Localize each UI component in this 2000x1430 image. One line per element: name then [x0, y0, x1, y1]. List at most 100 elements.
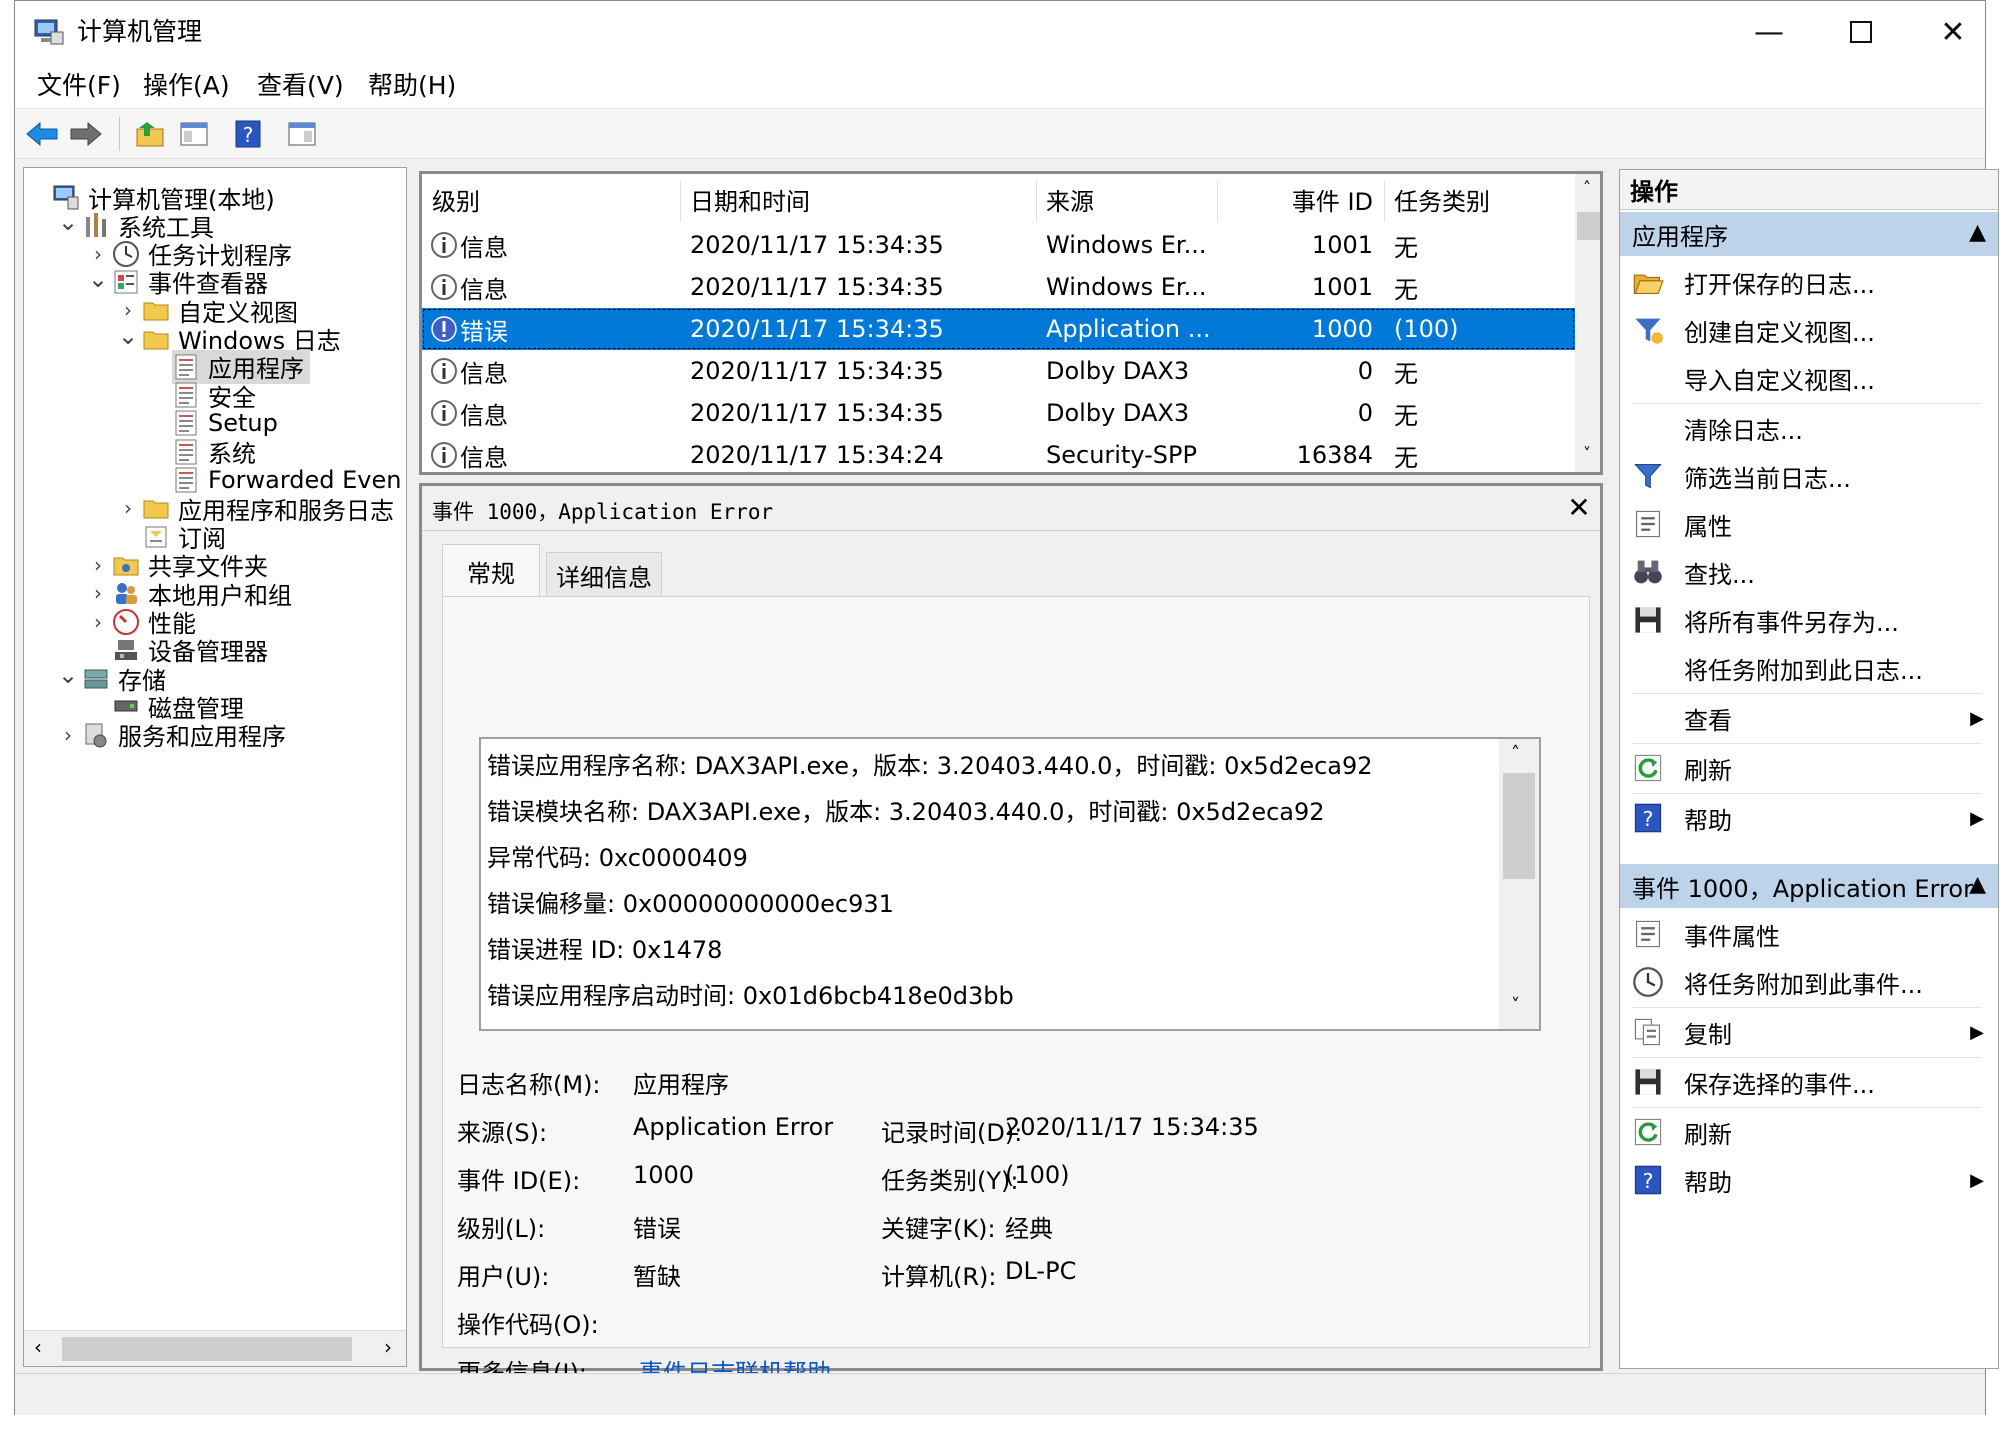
event-row[interactable]: 信息 2020/11/17 15:34:35 Dolby DAX3 0 无 — [422, 350, 1575, 392]
event-category: 无 — [1394, 275, 1418, 304]
action-item[interactable]: 筛选当前日志... — [1620, 452, 1998, 500]
action-item[interactable]: 查找... — [1620, 548, 1998, 596]
action-item[interactable]: 保存选择的事件... — [1620, 1058, 1998, 1106]
scroll-down-icon[interactable]: ˅ — [1583, 444, 1591, 463]
keywords-value: 经典 — [1005, 1215, 1053, 1243]
event-row[interactable]: 错误 2020/11/17 15:34:35 Application ... 1000… — [422, 308, 1575, 350]
action-item[interactable]: ? 帮助 ▶ — [1620, 794, 1998, 842]
menu-view[interactable]: 查看(V) — [257, 71, 344, 101]
action-item[interactable]: 事件属性 — [1620, 910, 1998, 958]
action-item[interactable]: 将任务附加到此事件... — [1620, 958, 1998, 1006]
action-item[interactable]: 清除日志... — [1620, 404, 1998, 452]
action-item[interactable]: 复制 ▶ — [1620, 1008, 1998, 1056]
collapse-up-icon[interactable]: ▲ — [1969, 220, 1986, 245]
column-header-source[interactable]: 来源 — [1046, 174, 1206, 224]
help-toolbar-button[interactable]: ? — [229, 115, 267, 153]
event-description-box[interactable]: 错误应用程序名称: DAX3API.exe，版本: 3.20403.440.0，… — [479, 737, 1541, 1031]
up-level-button[interactable] — [131, 115, 169, 153]
user-label: 用户(U): — [457, 1263, 550, 1291]
column-header-event-id[interactable]: 事件 ID — [1227, 174, 1373, 224]
column-divider[interactable] — [1384, 180, 1385, 222]
action-item[interactable]: ? 帮助 ▶ — [1620, 1156, 1998, 1204]
source-label: 来源(S): — [457, 1119, 548, 1147]
scroll-down-icon[interactable]: ˅ — [1511, 995, 1520, 1016]
minimize-button[interactable]: — — [1723, 1, 1815, 63]
scroll-up-icon[interactable]: ˄ — [1511, 743, 1520, 764]
description-scroll-thumb[interactable] — [1503, 773, 1535, 879]
action-item[interactable]: 刷新 — [1620, 1108, 1998, 1156]
menu-file[interactable]: 文件(F) — [37, 71, 121, 101]
action-pane-button[interactable] — [283, 115, 321, 153]
detail-close-button[interactable]: ✕ — [1562, 490, 1596, 524]
tree-scroll-thumb[interactable] — [62, 1337, 352, 1361]
task-clock-icon — [1632, 966, 1664, 998]
tab-details[interactable]: 详细信息 — [546, 552, 662, 597]
actions-section-application[interactable]: 应用程序 ▲ — [1620, 212, 1998, 256]
event-row[interactable]: 信息 2020/11/17 15:34:35 Dolby DAX3 0 无 — [422, 392, 1575, 434]
column-header-datetime[interactable]: 日期和时间 — [690, 174, 1030, 224]
log-icon — [172, 438, 200, 466]
scroll-right-icon[interactable]: › — [384, 1335, 392, 1359]
refresh-icon — [1632, 752, 1664, 784]
expand-chevron-right-icon[interactable]: › — [118, 491, 138, 525]
column-header-task-category[interactable]: 任务类别 — [1394, 174, 1564, 224]
expand-chevron-down-icon[interactable]: ⌄ — [58, 661, 78, 695]
expand-chevron-down-icon[interactable]: ⌄ — [88, 265, 108, 299]
show-hide-tree-button[interactable] — [175, 115, 213, 153]
menu-help[interactable]: 帮助(H) — [368, 71, 456, 101]
tree-node[interactable]: 服务和应用程序 — [82, 718, 292, 752]
event-viewer-icon — [112, 268, 140, 296]
column-divider[interactable] — [1036, 180, 1037, 222]
action-item[interactable]: 将所有事件另存为... — [1620, 596, 1998, 644]
column-header-level[interactable]: 级别 — [432, 174, 612, 224]
close-icon: ✕ — [1567, 490, 1591, 524]
info-icon — [430, 224, 458, 266]
event-row[interactable]: 信息 2020/11/17 15:34:35 Windows Er... 1001 无 — [422, 224, 1575, 266]
expand-chevron-down-icon[interactable]: ⌄ — [58, 208, 78, 242]
general-tab-page: 错误应用程序名称: DAX3API.exe，版本: 3.20403.440.0，… — [442, 596, 1590, 1387]
event-row[interactable]: 信息 2020/11/17 15:34:35 Windows Er... 1001 无 — [422, 266, 1575, 308]
action-item[interactable]: 创建自定义视图... — [1620, 306, 1998, 354]
section-title: 事件 1000，Application Error — [1632, 874, 1973, 903]
event-list-scrollbar[interactable]: ˄ ˅ — [1575, 174, 1600, 472]
event-source: Security-SPP — [1046, 441, 1197, 469]
event-list-scroll-thumb[interactable] — [1577, 212, 1600, 240]
menu-action[interactable]: 操作(A) — [143, 71, 230, 101]
expand-chevron-right-icon[interactable]: › — [58, 718, 78, 752]
save-icon — [1632, 1066, 1664, 1098]
scroll-left-icon[interactable]: ‹ — [34, 1335, 42, 1359]
column-divider[interactable] — [680, 180, 681, 222]
submenu-arrow-icon: ▶ — [1970, 807, 1984, 829]
action-item[interactable]: 导入自定义视图... — [1620, 354, 1998, 402]
event-row[interactable]: 信息 2020/11/17 15:34:24 Security-SPP 16384 无 — [422, 434, 1575, 472]
tab-general[interactable]: 常规 — [442, 544, 540, 597]
action-item[interactable]: 将任务附加到此日志... — [1620, 644, 1998, 692]
svg-text:?: ? — [1643, 807, 1654, 831]
description-scrollbar[interactable]: ˄ ˅ — [1499, 739, 1539, 1029]
scroll-up-icon[interactable]: ˄ — [1583, 178, 1591, 197]
actions-section-event[interactable]: 事件 1000，Application Error ▲ — [1620, 864, 1998, 908]
action-item[interactable]: 属性 — [1620, 500, 1998, 548]
expand-chevron-down-icon[interactable]: ⌄ — [118, 322, 138, 356]
action-label: 属性 — [1684, 512, 1732, 541]
title-bar[interactable]: 计算机管理 — ✕ — [15, 1, 1985, 63]
forward-button[interactable] — [67, 115, 105, 153]
close-button[interactable]: ✕ — [1907, 1, 1999, 63]
maximize-button[interactable] — [1815, 1, 1907, 63]
action-item[interactable]: 打开保存的日志... — [1620, 258, 1998, 306]
column-divider[interactable] — [1217, 180, 1218, 222]
actions-title: 操作 — [1620, 170, 1998, 210]
action-item[interactable]: 查看 ▶ — [1620, 694, 1998, 742]
collapse-up-icon[interactable]: ▲ — [1969, 872, 1986, 897]
back-button[interactable] — [23, 115, 61, 153]
binoculars-icon — [1632, 556, 1664, 588]
log-icon — [172, 466, 200, 494]
tree-horizontal-scrollbar[interactable]: ‹ › — [24, 1330, 406, 1366]
event-level: 错误 — [460, 317, 508, 346]
event-source: Windows Er... — [1046, 273, 1207, 301]
event-datetime: 2020/11/17 15:34:35 — [690, 399, 944, 427]
expand-chevron-right-icon[interactable]: › — [88, 605, 108, 639]
maximize-icon — [1850, 21, 1872, 43]
action-item[interactable]: 刷新 — [1620, 744, 1998, 792]
subscription-icon — [142, 523, 170, 551]
